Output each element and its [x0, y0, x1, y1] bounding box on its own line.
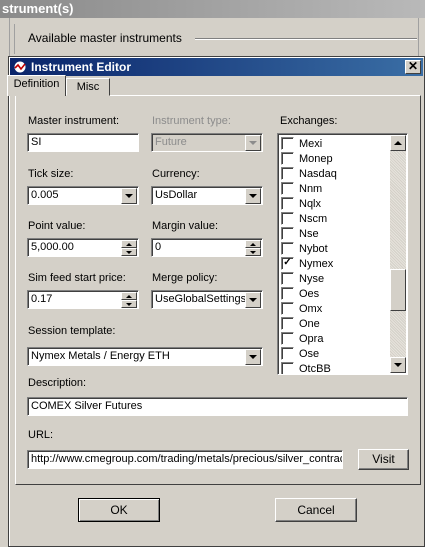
definition-tab-panel — [15, 95, 421, 485]
tab-misc[interactable]: Misc — [66, 78, 110, 96]
available-master-instruments-label: Available master instruments — [28, 31, 182, 45]
app-icon — [14, 61, 26, 73]
ok-button[interactable]: OK — [78, 498, 160, 522]
parent-window-divider — [14, 24, 15, 54]
dialog-titlebar[interactable]: Instrument Editor ✕ — [10, 58, 423, 76]
group-separator — [195, 38, 417, 40]
dialog-title: Instrument Editor — [31, 60, 132, 74]
cancel-button[interactable]: Cancel — [275, 498, 357, 522]
parent-window-titlebar: strument(s) — [0, 0, 425, 18]
tab-definition-label: Definition — [13, 78, 60, 90]
close-icon: ✕ — [407, 59, 419, 73]
tab-definition[interactable]: Definition — [7, 75, 66, 96]
tab-misc-label: Misc — [76, 81, 100, 93]
parent-window-title: strument(s) — [2, 1, 74, 16]
close-button[interactable]: ✕ — [405, 60, 421, 74]
